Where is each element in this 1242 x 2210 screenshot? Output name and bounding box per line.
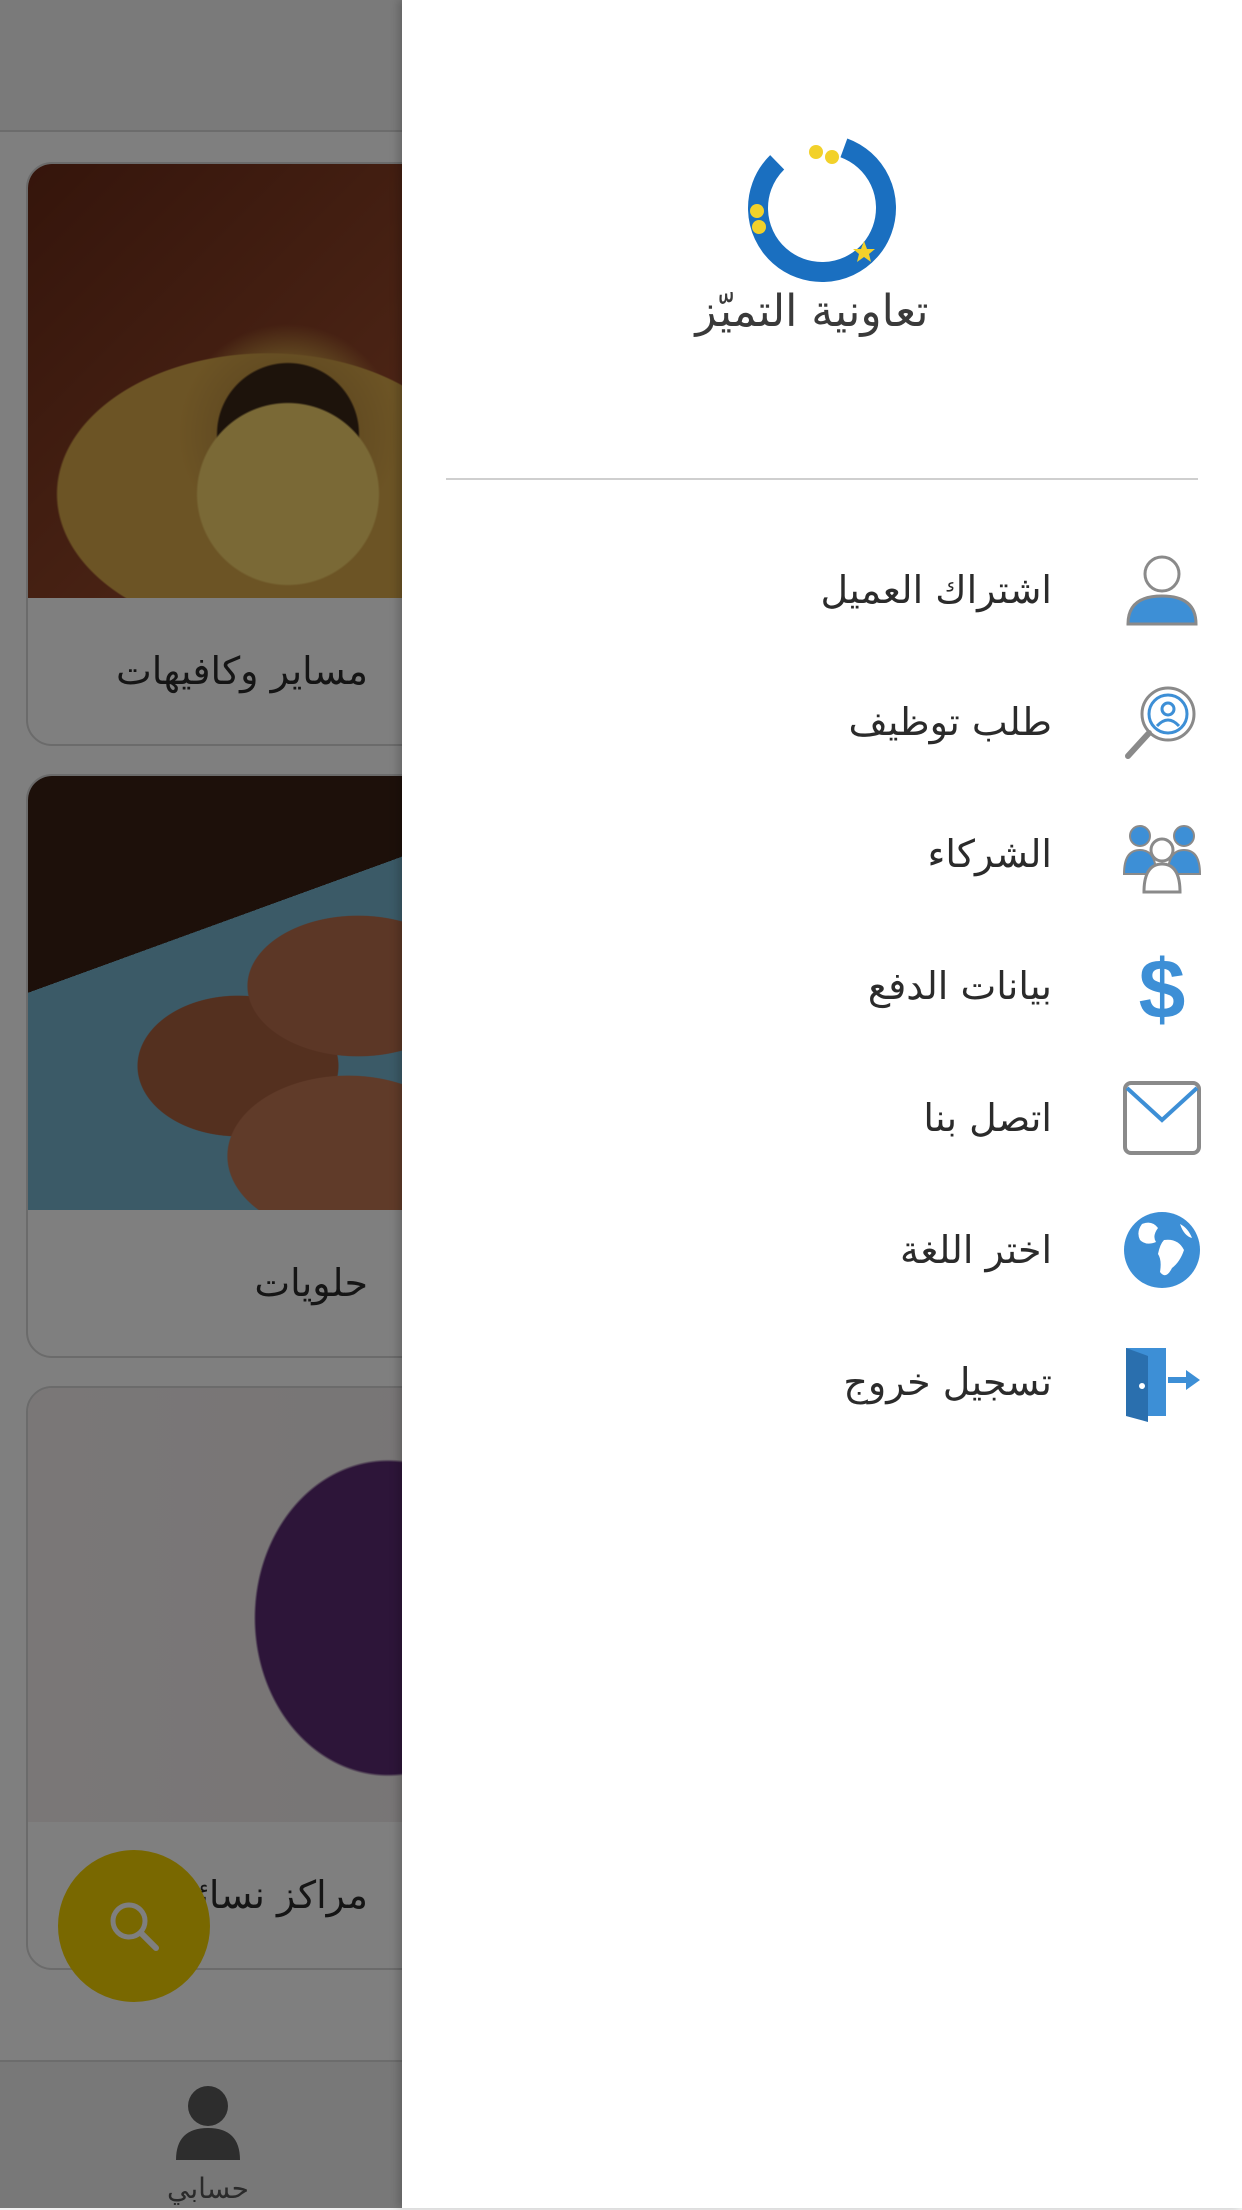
menu-item-label: بيانات الدفع xyxy=(867,964,1052,1008)
menu-item-label: اتصل بنا xyxy=(923,1096,1052,1140)
menu-item-contact-us[interactable]: اتصل بنا xyxy=(402,1052,1242,1184)
navigation-drawer: تعاونية التميّز اشتراك العميل طلب توظيف xyxy=(402,0,1242,2208)
svg-text:$: $ xyxy=(1139,946,1186,1026)
menu-item-customer-subscription[interactable]: اشتراك العميل xyxy=(402,524,1242,656)
globe-icon xyxy=(1124,1212,1200,1288)
drawer-menu: اشتراك العميل طلب توظيف الشركاء $ بيانات… xyxy=(402,524,1242,1448)
user-icon xyxy=(1126,555,1198,626)
menu-item-label: الشركاء xyxy=(927,832,1052,876)
menu-item-label: اشتراك العميل xyxy=(820,568,1052,612)
menu-item-label: تسجيل خروج xyxy=(843,1360,1052,1404)
logout-icon xyxy=(1126,1348,1200,1422)
mail-icon xyxy=(1123,1081,1201,1155)
menu-item-label: اختر اللغة xyxy=(900,1228,1052,1272)
logo-text: تعاونية التميّز xyxy=(695,286,929,337)
menu-item-partners[interactable]: الشركاء xyxy=(402,788,1242,920)
menu-item-label: طلب توظيف xyxy=(848,700,1052,744)
divider xyxy=(446,478,1198,480)
partners-icon xyxy=(1122,825,1202,894)
job-search-icon xyxy=(1125,686,1196,759)
dollar-icon: $ xyxy=(1139,946,1186,1026)
menu-item-choose-language[interactable]: اختر اللغة xyxy=(402,1184,1242,1316)
menu-item-job-request[interactable]: طلب توظيف xyxy=(402,656,1242,788)
menu-item-logout[interactable]: تسجيل خروج xyxy=(402,1316,1242,1448)
menu-item-payment-data[interactable]: $ بيانات الدفع xyxy=(402,920,1242,1052)
